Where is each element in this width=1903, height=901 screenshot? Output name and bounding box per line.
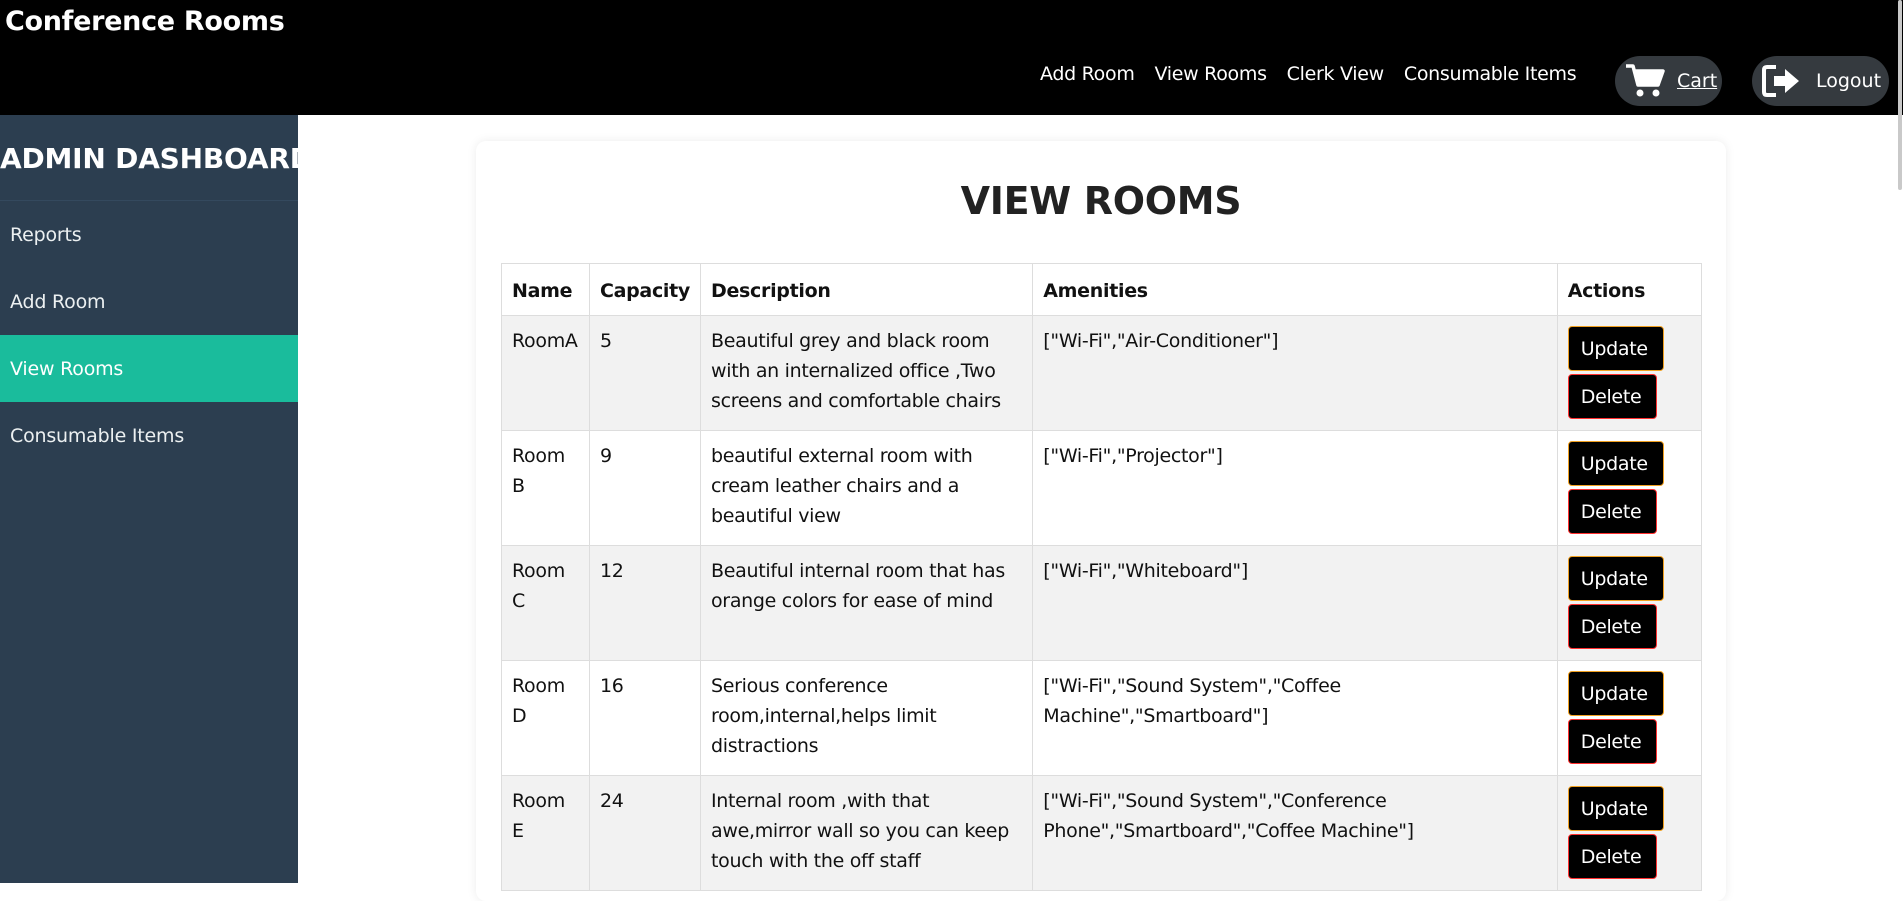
nav-add-room[interactable]: Add Room bbox=[1040, 63, 1135, 85]
top-nav: Add Room View Rooms Clerk View Consumabl… bbox=[1040, 63, 1596, 85]
table-row: Room C 12 Beautiful internal room that h… bbox=[501, 545, 1703, 661]
delete-button[interactable]: Delete bbox=[1567, 489, 1657, 534]
nav-view-rooms[interactable]: View Rooms bbox=[1155, 63, 1267, 85]
room-amenities: ["Wi-Fi","Air-Conditioner"] bbox=[1032, 315, 1558, 431]
nav-clerk-view[interactable]: Clerk View bbox=[1287, 63, 1384, 85]
room-capacity: 16 bbox=[588, 660, 701, 776]
room-capacity: 12 bbox=[588, 545, 701, 661]
room-name: Room C bbox=[501, 545, 590, 661]
room-amenities: ["Wi-Fi","Whiteboard"] bbox=[1032, 545, 1558, 661]
column-header-amenities: Amenities bbox=[1032, 263, 1558, 316]
room-name: Room E bbox=[501, 775, 590, 891]
page-title: VIEW ROOMS bbox=[960, 179, 1242, 223]
table-row: Room B 9 beautiful external room with cr… bbox=[501, 430, 1703, 546]
sidebar-item-reports[interactable]: Reports bbox=[0, 201, 298, 268]
rooms-table: Name Capacity Description Amenities Acti… bbox=[501, 263, 1703, 891]
cart-icon bbox=[1625, 63, 1665, 99]
room-capacity: 24 bbox=[588, 775, 701, 891]
site-title: Conference Rooms bbox=[5, 6, 285, 37]
room-description: Beautiful grey and black room with an in… bbox=[699, 315, 1034, 431]
room-name: Room B bbox=[501, 430, 590, 546]
table-row: Room E 24 Internal room ,with that awe,m… bbox=[501, 775, 1703, 891]
sidebar-item-consumable-items[interactable]: Consumable Items bbox=[0, 402, 298, 469]
scrollbar[interactable] bbox=[1898, 0, 1902, 190]
room-actions: Update Delete bbox=[1556, 430, 1703, 546]
room-description: Beautiful internal room that has orange … bbox=[699, 545, 1034, 661]
table-row: RoomA 5 Beautiful grey and black room wi… bbox=[501, 315, 1703, 431]
logout-icon bbox=[1762, 64, 1802, 98]
column-header-name: Name bbox=[501, 263, 590, 316]
room-name: RoomA bbox=[501, 315, 590, 431]
update-button[interactable]: Update bbox=[1567, 556, 1664, 601]
column-header-description: Description bbox=[699, 263, 1034, 316]
room-description: Internal room ,with that awe,mirror wall… bbox=[699, 775, 1034, 891]
room-actions: Update Delete bbox=[1556, 775, 1703, 891]
update-button[interactable]: Update bbox=[1567, 326, 1664, 371]
room-actions: Update Delete bbox=[1556, 315, 1703, 431]
delete-button[interactable]: Delete bbox=[1567, 374, 1657, 419]
room-description: beautiful external room with cream leath… bbox=[699, 430, 1034, 546]
sidebar-item-add-room[interactable]: Add Room bbox=[0, 268, 298, 335]
column-header-capacity: Capacity bbox=[588, 263, 701, 316]
room-amenities: ["Wi-Fi","Sound System","Coffee Machine"… bbox=[1032, 660, 1558, 776]
nav-consumable-items[interactable]: Consumable Items bbox=[1404, 63, 1577, 85]
room-capacity: 5 bbox=[588, 315, 701, 431]
logout-button[interactable]: Logout bbox=[1752, 56, 1889, 106]
room-description: Serious conference room,internal,helps l… bbox=[699, 660, 1034, 776]
room-amenities: ["Wi-Fi","Sound System","Conference Phon… bbox=[1032, 775, 1558, 891]
room-capacity: 9 bbox=[588, 430, 701, 546]
delete-button[interactable]: Delete bbox=[1567, 604, 1657, 649]
cart-button[interactable]: Cart bbox=[1615, 56, 1722, 106]
logout-label: Logout bbox=[1816, 70, 1882, 92]
room-name: Room D bbox=[501, 660, 590, 776]
sidebar-item-view-rooms[interactable]: View Rooms bbox=[0, 335, 298, 402]
delete-button[interactable]: Delete bbox=[1567, 719, 1657, 764]
sidebar-title: ADMIN DASHBOARD bbox=[0, 115, 313, 201]
top-navbar: Conference Rooms Add Room View Rooms Cle… bbox=[0, 0, 1903, 115]
room-actions: Update Delete bbox=[1556, 660, 1703, 776]
cart-label: Cart bbox=[1677, 70, 1718, 92]
room-actions: Update Delete bbox=[1556, 545, 1703, 661]
update-button[interactable]: Update bbox=[1567, 786, 1664, 831]
table-row: Room D 16 Serious conference room,intern… bbox=[501, 660, 1703, 776]
delete-button[interactable]: Delete bbox=[1567, 834, 1657, 879]
column-header-actions: Actions bbox=[1556, 263, 1703, 316]
rooms-card: VIEW ROOMS Name Capacity Description Ame… bbox=[476, 141, 1726, 901]
room-amenities: ["Wi-Fi","Projector"] bbox=[1032, 430, 1558, 546]
update-button[interactable]: Update bbox=[1567, 671, 1664, 716]
update-button[interactable]: Update bbox=[1567, 441, 1664, 486]
table-header-row: Name Capacity Description Amenities Acti… bbox=[501, 263, 1703, 316]
sidebar: ADMIN DASHBOARD Reports Add Room View Ro… bbox=[0, 115, 313, 883]
